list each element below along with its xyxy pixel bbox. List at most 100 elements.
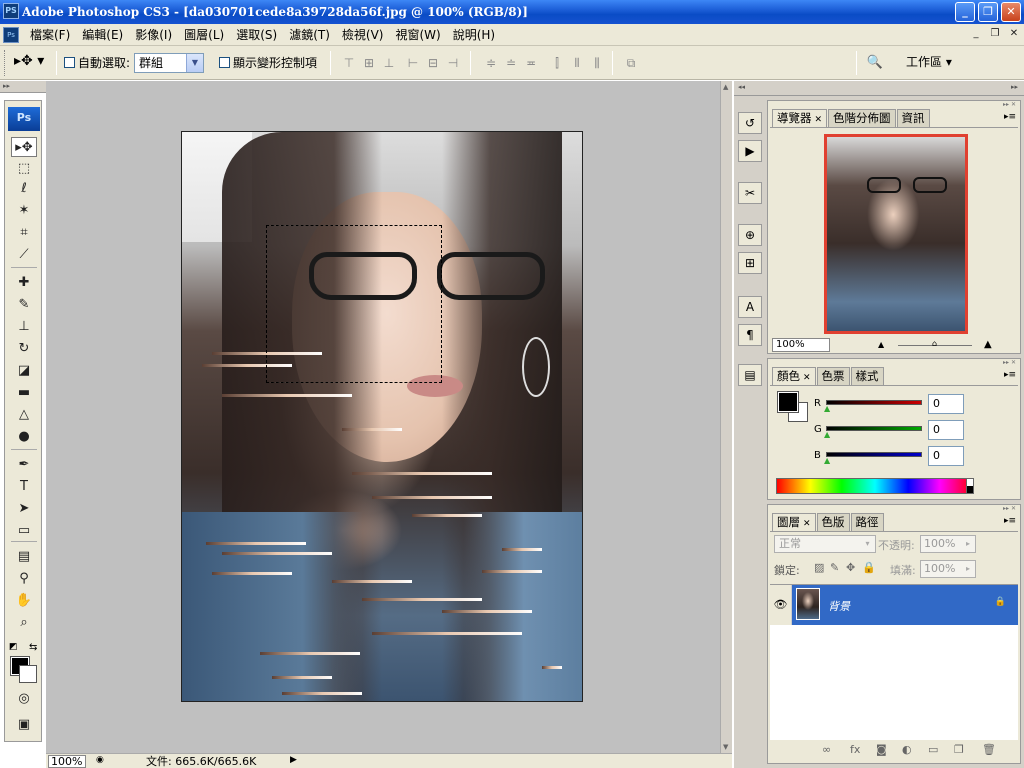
channel-g-marker[interactable]: ▲	[824, 430, 830, 439]
blur-tool-icon[interactable]: △	[11, 405, 37, 425]
opacity-arrow-icon[interactable]: ▸	[961, 536, 975, 552]
zoom-level-field[interactable]: 100%	[48, 755, 86, 768]
options-grip[interactable]	[4, 50, 7, 76]
scroll-down-icon[interactable]: ▼	[723, 743, 728, 751]
layer-thumbnail[interactable]	[796, 588, 820, 620]
scroll-up-icon[interactable]: ▲	[723, 83, 728, 91]
lock-transparency-icon[interactable]: ▨	[814, 561, 824, 574]
eyedropper-tool-icon[interactable]: ⚲	[11, 569, 37, 589]
close-button[interactable]: ✕	[1001, 2, 1021, 22]
tab-navigator[interactable]: 導覽器 ✕	[772, 109, 828, 127]
background-color-swatch[interactable]	[19, 665, 37, 683]
align-left-icon[interactable]: ⊢	[404, 56, 422, 70]
layer-mask-icon[interactable]: ◙	[876, 743, 887, 756]
lock-position-icon[interactable]: ✥	[846, 561, 855, 574]
quick-mask-icon[interactable]: ◎	[11, 689, 37, 709]
notes-tool-icon[interactable]: ▤	[11, 547, 37, 567]
panel-collapse[interactable]: ▸▸ ✕	[768, 101, 1020, 109]
tool-presets-panel-icon[interactable]: ✂	[738, 182, 762, 204]
chevron-down-icon[interactable]: ▼	[186, 54, 203, 72]
clone-source-panel-icon[interactable]: ⊞	[738, 252, 762, 274]
doc-close-icon[interactable]: ✕	[1006, 27, 1022, 42]
distribute-hcenter-icon[interactable]: ⦀	[568, 56, 586, 70]
distribute-top-icon[interactable]: ≑	[482, 56, 500, 70]
actions-panel-icon[interactable]: ▶	[738, 140, 762, 162]
align-right-icon[interactable]: ⊣	[444, 56, 462, 70]
zoom-tool-icon[interactable]: ⌕	[11, 613, 37, 633]
auto-align-layers-icon[interactable]: ⧉	[622, 56, 640, 70]
maximize-button[interactable]: ❐	[978, 2, 998, 22]
marquee-selection[interactable]	[266, 225, 442, 383]
chevron-down-icon[interactable]: ▾	[860, 536, 875, 552]
tab-styles[interactable]: 樣式	[850, 367, 884, 385]
lock-image-icon[interactable]: ✎	[830, 561, 839, 574]
menu-help[interactable]: 說明(H)	[447, 27, 501, 43]
path-selection-tool-icon[interactable]: ➤	[11, 499, 37, 519]
document-canvas[interactable]	[181, 131, 583, 702]
layer-name[interactable]: 背景	[828, 598, 850, 614]
auto-select-checkbox[interactable]	[64, 57, 75, 68]
tool-preset-picker[interactable]: ▸✥ ▾	[14, 53, 44, 69]
align-vcenter-icon[interactable]: ⊞	[360, 56, 378, 70]
menu-image[interactable]: 影像(I)	[129, 27, 178, 43]
panel-menu-icon[interactable]: ▸≡	[1004, 112, 1016, 122]
healing-brush-tool-icon[interactable]: ✚	[11, 273, 37, 293]
slice-tool-icon[interactable]: ⟋	[11, 245, 37, 265]
channel-b-slider[interactable]	[826, 452, 922, 457]
doc-minimize-icon[interactable]: _	[968, 27, 984, 42]
blend-mode-dropdown[interactable]: 正常 ▾	[774, 535, 876, 553]
brushes-panel-icon[interactable]: ⊕	[738, 224, 762, 246]
close-icon[interactable]: ✕	[803, 373, 811, 383]
opacity-field[interactable]: 100% ▸	[920, 535, 976, 553]
tab-color[interactable]: 顏色 ✕	[772, 367, 816, 385]
type-tool-icon[interactable]: T	[11, 477, 37, 497]
auto-select-dropdown[interactable]: 群組 ▼	[134, 53, 204, 73]
shape-tool-icon[interactable]: ▭	[11, 521, 37, 541]
distribute-bottom-icon[interactable]: ≖	[522, 56, 540, 70]
doc-restore-icon[interactable]: ❐	[987, 27, 1003, 42]
clone-stamp-tool-icon[interactable]: ⊥	[11, 317, 37, 337]
tab-layers[interactable]: 圖層 ✕	[772, 513, 816, 531]
zoom-slider-knob[interactable]: ⌂	[932, 339, 937, 348]
black-white-ramp[interactable]	[966, 478, 974, 494]
photoshop-logo[interactable]: Ps	[8, 107, 40, 131]
channel-b-marker[interactable]: ▲	[824, 456, 830, 465]
zoom-in-icon[interactable]: ▲	[984, 339, 992, 350]
crop-tool-icon[interactable]: ⌗	[11, 223, 37, 243]
menu-file[interactable]: 檔案(F)	[24, 27, 76, 43]
workspace-vertical-scrollbar[interactable]: ▲ ▼	[720, 81, 732, 753]
channel-r-marker[interactable]: ▲	[824, 404, 830, 413]
layer-comps-panel-icon[interactable]: ▤	[738, 364, 762, 386]
dock-collapse-right-icon[interactable]: ▸▸	[1011, 81, 1018, 94]
eye-icon[interactable]: 👁	[770, 585, 792, 625]
tab-info[interactable]: 資訊	[896, 109, 930, 127]
swap-colors-icon[interactable]: ⇆	[29, 642, 37, 653]
document-icon[interactable]: Ps	[3, 27, 19, 43]
fill-field[interactable]: 100% ▸	[920, 560, 976, 578]
layer-selected-highlight[interactable]	[792, 585, 1018, 625]
tab-histogram[interactable]: 色階分佈圖	[828, 109, 896, 127]
dodge-tool-icon[interactable]: ●	[11, 427, 37, 447]
menu-filter[interactable]: 濾鏡(T)	[283, 27, 336, 43]
close-icon[interactable]: ✕	[803, 519, 811, 529]
paragraph-panel-icon[interactable]: ¶	[738, 324, 762, 346]
link-layers-icon[interactable]: ∞	[822, 743, 831, 756]
panel-menu-icon[interactable]: ▸≡	[1004, 516, 1016, 526]
bridge-button[interactable]: 🔍	[862, 52, 888, 76]
menu-layer[interactable]: 圖層(L)	[178, 27, 230, 43]
history-brush-tool-icon[interactable]: ↻	[11, 339, 37, 359]
magic-wand-tool-icon[interactable]: ✶	[11, 201, 37, 221]
menu-select[interactable]: 選取(S)	[230, 27, 283, 43]
panel-collapse[interactable]: ▸▸ ✕	[768, 359, 1020, 367]
menu-view[interactable]: 檢視(V)	[336, 27, 390, 43]
brush-tool-icon[interactable]: ✎	[11, 295, 37, 315]
layer-style-icon[interactable]: fx	[850, 743, 860, 756]
eraser-tool-icon[interactable]: ◪	[11, 361, 37, 381]
navigator-thumbnail[interactable]	[824, 134, 968, 334]
tab-swatches[interactable]: 色票	[816, 367, 850, 385]
close-icon[interactable]: ✕	[815, 115, 823, 125]
color-spectrum-bar[interactable]	[776, 478, 974, 494]
pen-tool-icon[interactable]: ✒	[11, 455, 37, 475]
move-tool-icon[interactable]: ▸✥	[11, 137, 37, 157]
menu-window[interactable]: 視窗(W)	[389, 27, 446, 43]
